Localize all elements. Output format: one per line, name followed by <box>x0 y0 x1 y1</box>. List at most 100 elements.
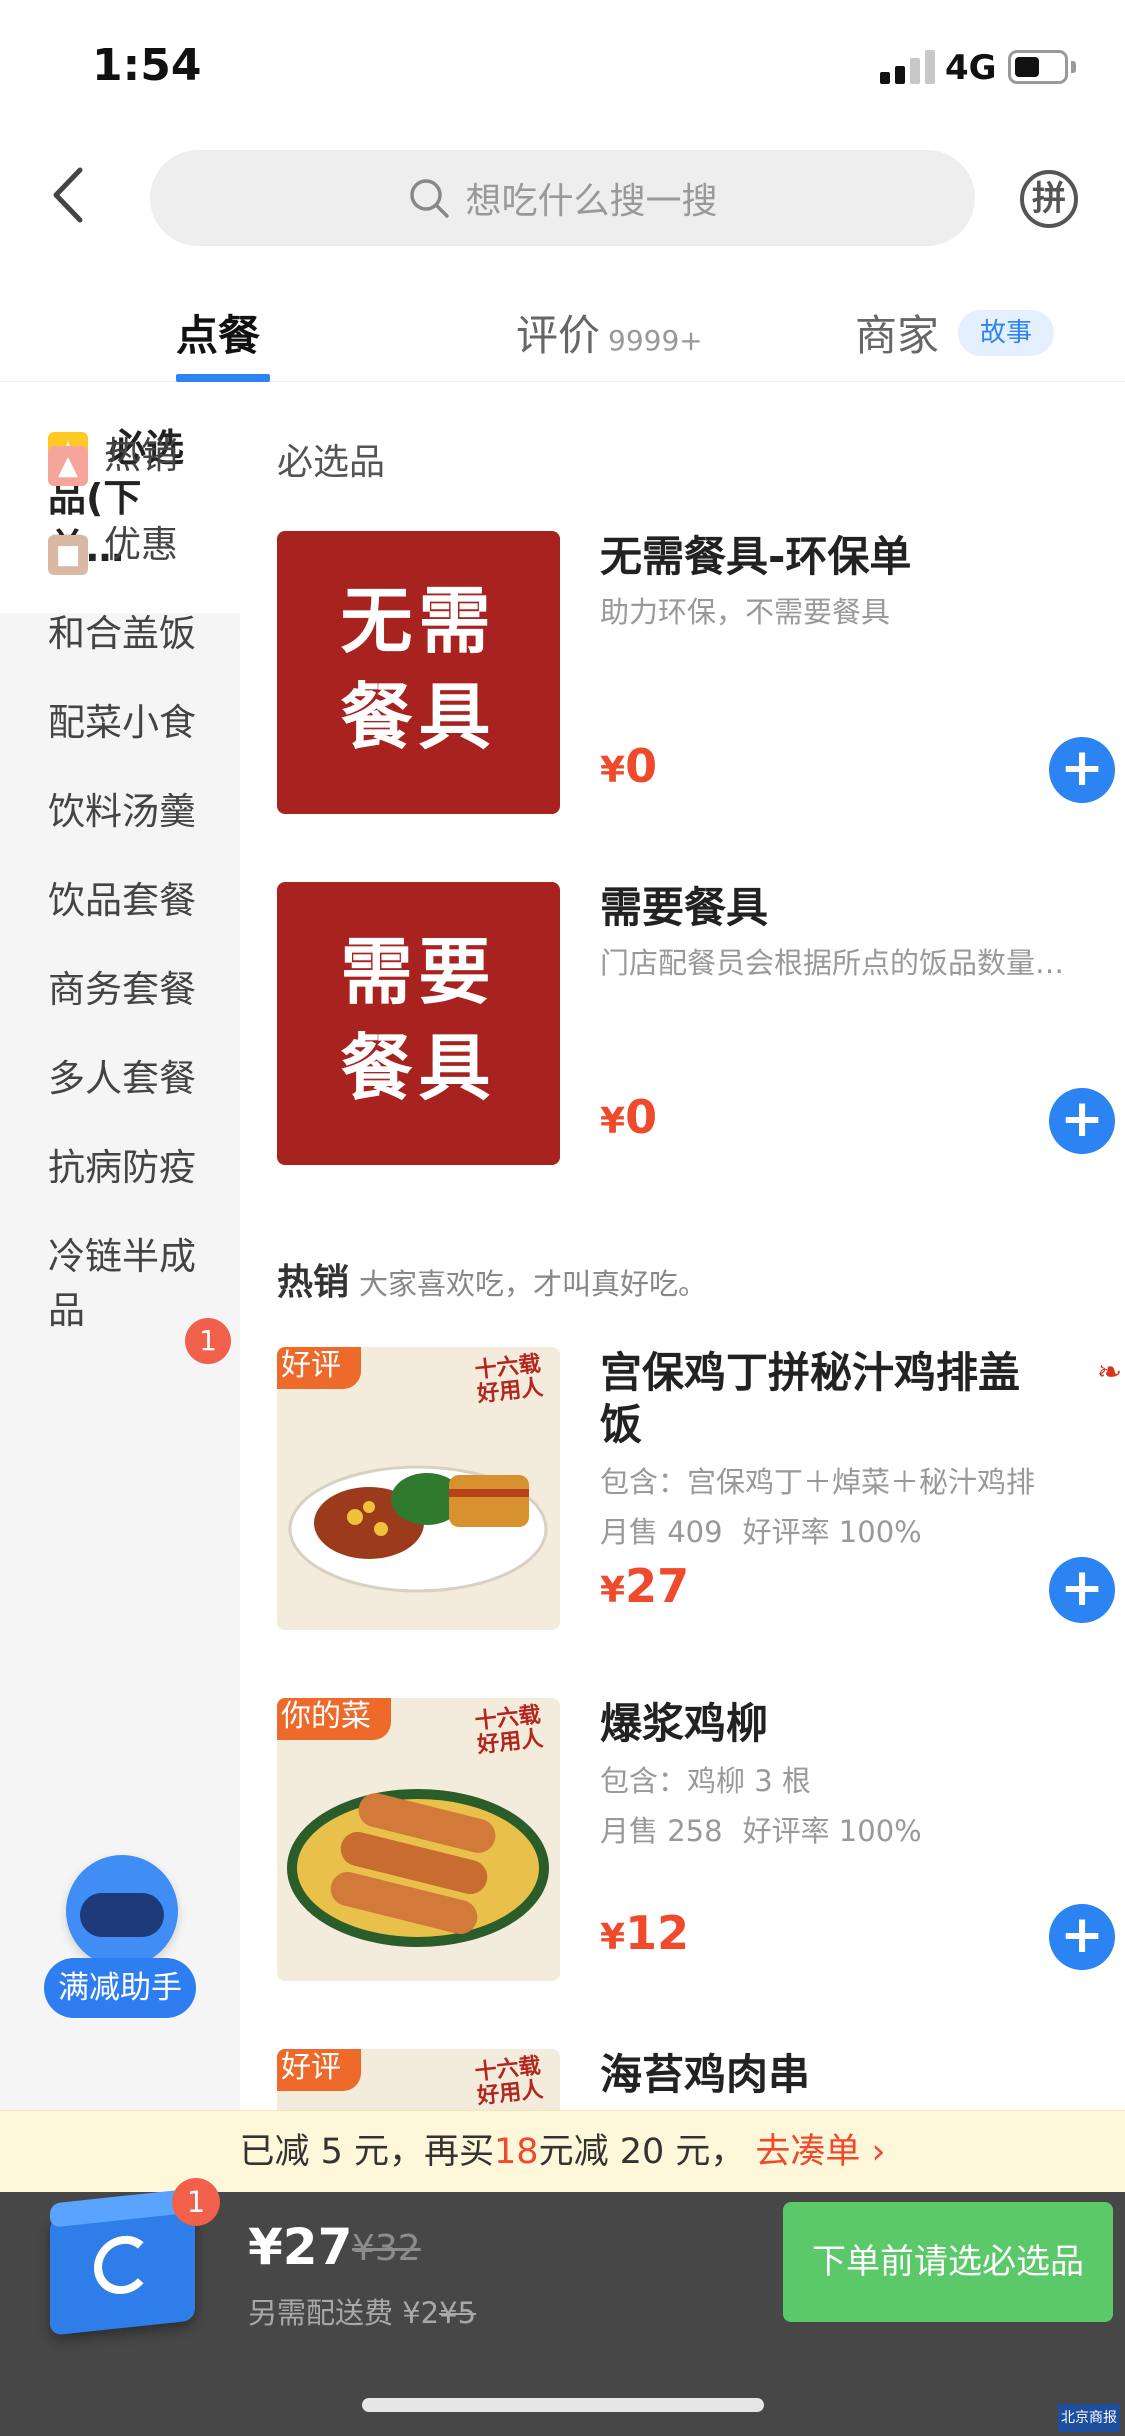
status-time: 1:54 <box>92 40 202 91</box>
item-image-text: 无需 餐具 <box>340 578 497 759</box>
cart-count-badge: 1 <box>172 2178 220 2226</box>
menu-item[interactable]: 十六载 好用人 好评 海苔鸡肉串 <box>277 2049 1117 2110</box>
currency-symbol: ¥ <box>600 1570 626 1611</box>
sidebar-item-drinks-soup[interactable]: 饮料汤羹 <box>48 781 228 835</box>
sidebar-item-group-combo[interactable]: 多人套餐 <box>48 1048 228 1102</box>
sidebar-item-sides[interactable]: 配菜小食 <box>48 692 228 746</box>
item-price: ¥0 <box>600 1090 657 1144</box>
sidebar-item-label: 冷链半成品 <box>48 1235 196 1332</box>
chevron-left-icon <box>53 167 83 223</box>
item-stats: 月售 258 好评率 100% <box>600 1808 922 1850</box>
add-to-cart-button[interactable]: + <box>1049 1904 1115 1970</box>
tab-order-label: 点餐 <box>176 311 261 360</box>
section-title-text: 热销 <box>277 1262 350 1303</box>
promo-amount: 18 <box>494 2132 539 2172</box>
item-description: 包含：鸡柳 3 根 <box>600 1764 811 1798</box>
status-bar: 1:54 4G <box>0 0 1125 140</box>
category-sidebar: ★ 必选品(下单… ▲ 热销 ■ 优惠 和合盖饭 配菜小食 饮料汤羹 饮品套餐 商务… <box>0 383 240 2110</box>
currency-symbol: ¥ <box>600 750 626 791</box>
section-subtitle: 大家喜欢吃，才叫真好吃。 <box>359 1267 708 1301</box>
item-image-kungpao-chicken: 十六载 好用人 好评 <box>277 1347 560 1630</box>
item-description: 助力环保，不需要餐具 <box>600 595 891 629</box>
tab-order[interactable]: 点餐 <box>176 302 260 363</box>
brand-logo: 十六载 好用人 <box>473 2052 545 2110</box>
discount-helper-label: 满减助手 <box>44 1958 196 2018</box>
battery-tip <box>1071 61 1076 73</box>
menu-item[interactable]: 需要 餐具 需要餐具 门店配餐员会根据所点的饭品数量… ¥0 + <box>277 882 1117 1172</box>
sidebar-item-required[interactable]: ★ 必选品(下单… <box>0 383 240 613</box>
cart-total: ¥27 <box>248 2218 353 2276</box>
monthly-sales: 月售 409 <box>600 1515 723 1549</box>
watermark-logo: 北京商报 <box>1058 2404 1120 2432</box>
section-title-required: 必选品 <box>277 433 385 485</box>
item-image-text: 需要 餐具 <box>340 929 497 1110</box>
promo-text-pre: 已减 5 元，再买 <box>239 2132 495 2172</box>
promo-banner[interactable]: 已减 5 元，再买18元减 20 元， 去凑单 › <box>0 2110 1125 2192</box>
price-value: 27 <box>625 1559 690 1613</box>
item-tag: 好评 <box>277 2049 361 2091</box>
item-image-chicken-strips: 十六载 好用人 你的菜 <box>277 1698 560 1981</box>
menu-item[interactable]: 十六载 好用人 好评 宫保鸡丁拼秘汁鸡排盖饭 ❧ 包含：宫保鸡丁＋焯菜＋秘汁鸡排… <box>277 1347 1122 1637</box>
item-name: 需要餐具 <box>600 883 769 932</box>
signal-icon <box>880 50 936 84</box>
sidebar-item-label: 抗病防疫 <box>48 1146 196 1189</box>
add-to-cart-button[interactable]: + <box>1049 1557 1115 1623</box>
group-order-button[interactable]: 拼 <box>1020 170 1078 228</box>
delivery-fee-original: ¥5 <box>439 2296 477 2330</box>
review-count: 9999+ <box>608 324 703 357</box>
sidebar-item-epidemic[interactable]: 抗病防疫 <box>48 1137 228 1191</box>
sidebar-item-label: 和合盖饭 <box>48 612 196 655</box>
section-title-text: 必选品 <box>277 442 386 483</box>
item-price: ¥0 <box>600 739 657 793</box>
tab-merchant-label: 商家 <box>855 311 940 360</box>
story-badge[interactable]: 故事 <box>958 310 1055 356</box>
sidebar-item-drink-combo[interactable]: 饮品套餐 <box>48 870 228 924</box>
sidebar-item-label: 商务套餐 <box>48 968 196 1011</box>
item-price: ¥12 <box>600 1906 689 1960</box>
active-tab-indicator <box>176 374 270 382</box>
rating-rate: 好评率 100% <box>742 1515 922 1549</box>
sidebar-item-label: 饮品套餐 <box>48 879 196 922</box>
rating-rate: 好评率 100% <box>742 1814 922 1848</box>
sidebar-item-discount[interactable]: ■ 优惠 <box>48 514 228 575</box>
sidebar-item-label: 优惠 <box>104 523 178 566</box>
network-label: 4G <box>945 48 997 88</box>
monthly-sales: 月售 258 <box>600 1814 723 1848</box>
section-title-hot: 热销 大家喜欢吃，才叫真好吃。 <box>277 1253 707 1305</box>
price-value: 0 <box>625 1090 658 1144</box>
price-value: 0 <box>625 739 658 793</box>
checkout-button[interactable]: 下单前请选必选品 <box>783 2202 1113 2322</box>
add-more-link[interactable]: 去凑单 › <box>755 2132 885 2172</box>
sidebar-item-label: 多人套餐 <box>48 1057 196 1100</box>
search-placeholder: 想吃什么搜一搜 <box>465 181 718 222</box>
item-tag: 好评 <box>277 1347 361 1389</box>
brand-logo: 十六载 好用人 <box>473 1350 545 1408</box>
delivery-fee: 另需配送费 ¥2¥5 <box>248 2290 476 2332</box>
back-button[interactable] <box>38 160 108 230</box>
tab-merchant[interactable]: 商家 <box>855 302 939 363</box>
sidebar-item-business-combo[interactable]: 商务套餐 <box>48 959 228 1013</box>
tab-reviews[interactable]: 评价 9999+ <box>516 302 703 363</box>
sidebar-item-label: 热销 <box>104 434 178 477</box>
item-description: 包含：宫保鸡丁＋焯菜＋秘汁鸡排 <box>600 1465 1036 1499</box>
sidebar-count-badge: 1 <box>185 1318 231 1364</box>
sidebar-item-label: 配菜小食 <box>48 701 196 744</box>
tab-bar: 点餐 评价 9999+ 商家 故事 <box>0 290 1125 382</box>
item-tag: 你的菜 <box>277 1698 391 1740</box>
sidebar-item-hot[interactable]: ▲ 热销 <box>48 425 228 486</box>
item-price: ¥27 <box>600 1559 689 1613</box>
menu-list: 必选品 无需 餐具 无需餐具-环保单 助力环保，不需要餐具 ¥0 + 需要 餐具… <box>240 383 1125 2110</box>
discount-helper-button[interactable]: 满减助手 <box>44 1855 196 2025</box>
sidebar-item-rice-bowl[interactable]: 和合盖饭 <box>48 603 228 657</box>
currency-symbol: ¥ <box>600 1101 626 1142</box>
item-description: 门店配餐员会根据所点的饭品数量… <box>600 946 1065 980</box>
menu-item[interactable]: 无需 餐具 无需餐具-环保单 助力环保，不需要餐具 ¥0 + <box>277 531 1117 821</box>
menu-item[interactable]: 十六载 好用人 你的菜 爆浆鸡柳 包含：鸡柳 3 根 月售 258 好评率 100… <box>277 1698 1117 1988</box>
add-to-cart-button[interactable]: + <box>1049 737 1115 803</box>
brand-logo: 十六载 好用人 <box>473 1701 545 1759</box>
item-image-need-utensils: 需要 餐具 <box>277 882 560 1165</box>
item-name: 爆浆鸡柳 <box>600 1699 769 1748</box>
price-value: 12 <box>625 1906 690 1960</box>
search-input[interactable]: 想吃什么搜一搜 <box>150 150 975 246</box>
add-to-cart-button[interactable]: + <box>1049 1088 1115 1154</box>
